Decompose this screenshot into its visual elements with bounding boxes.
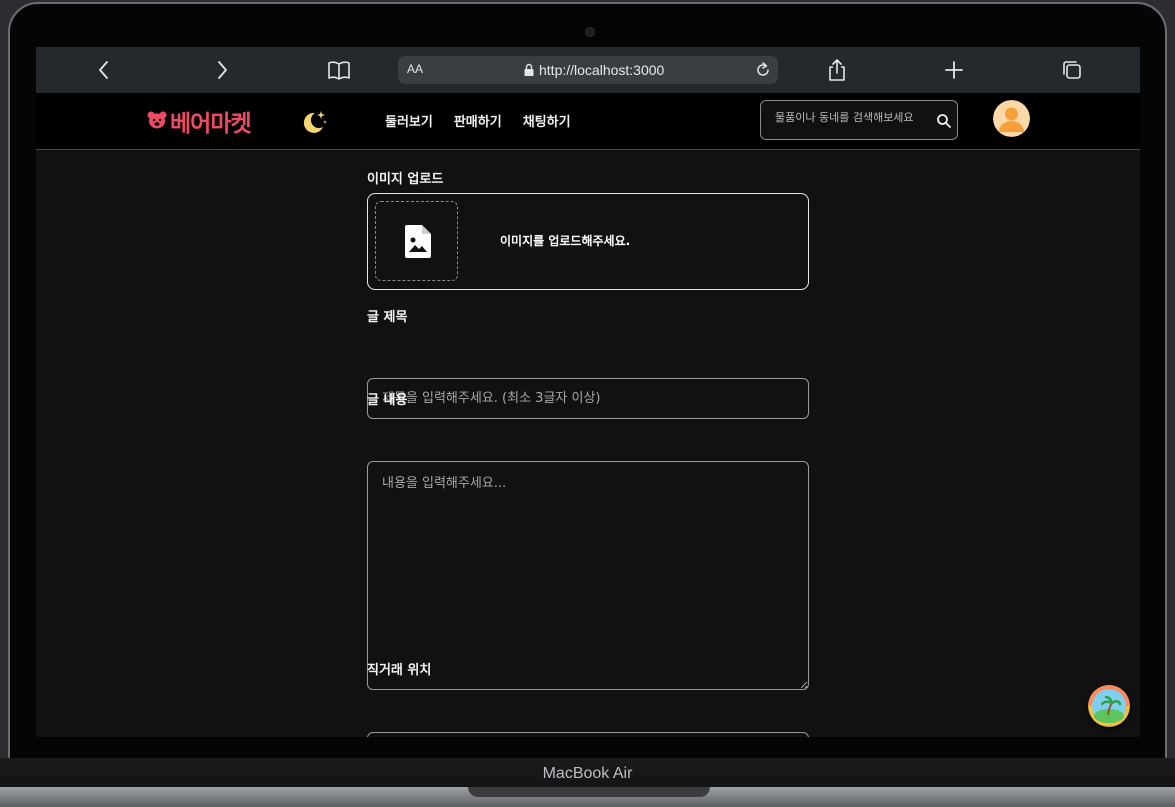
main-nav: 둘러보기 판매하기 채팅하기: [385, 111, 571, 130]
nav-sell[interactable]: 판매하기: [454, 111, 502, 130]
title-label: 글 제목: [367, 310, 408, 325]
content-label: 글 내용: [367, 393, 408, 408]
lock-icon: [524, 63, 534, 76]
image-upload-label: 이미지 업로드: [367, 172, 444, 187]
location-input[interactable]: [367, 732, 809, 737]
image-upload-area[interactable]: 이미지를 업로드해주세요.: [367, 193, 809, 290]
camera: [585, 27, 595, 37]
new-tab-icon[interactable]: [941, 57, 967, 83]
laptop-notch: [468, 787, 710, 797]
nav-chat[interactable]: 채팅하기: [523, 111, 571, 130]
logo-text: 베어마켓: [170, 111, 252, 137]
forward-icon[interactable]: [209, 57, 235, 83]
tabs-overview-icon[interactable]: [1059, 57, 1085, 83]
content-textarea[interactable]: [367, 461, 809, 690]
dark-mode-toggle-icon[interactable]: [298, 107, 328, 137]
user-icon: [993, 100, 1030, 137]
site-header: 베어마켓 둘러보기 판매하기 채팅하기: [36, 93, 1140, 150]
share-icon[interactable]: [824, 57, 850, 83]
location-label: 직거래 위치: [367, 663, 432, 678]
search-input[interactable]: [775, 111, 925, 124]
logo[interactable]: 베어마켓: [146, 105, 252, 137]
floating-action-button[interactable]: [1088, 685, 1130, 727]
bear-icon: [147, 111, 167, 129]
title-input[interactable]: [367, 378, 809, 419]
back-icon[interactable]: [91, 57, 117, 83]
island-icon: [1088, 685, 1130, 727]
image-upload-prompt: 이미지를 업로드해주세요.: [500, 234, 631, 248]
bookmarks-icon[interactable]: [326, 57, 352, 83]
search-icon[interactable]: [936, 113, 952, 129]
device-label: MacBook Air: [542, 765, 633, 782]
search-box: [760, 100, 958, 140]
reload-icon[interactable]: [753, 60, 773, 80]
image-upload-button[interactable]: [375, 201, 458, 281]
image-file-icon: [405, 225, 431, 258]
browser-toolbar: AA http://localhost:3000: [36, 47, 1140, 93]
text-size-button[interactable]: AA: [407, 62, 423, 76]
address-bar[interactable]: AA http://localhost:3000: [398, 56, 778, 84]
nav-browse[interactable]: 둘러보기: [385, 111, 433, 130]
screen: AA http://localhost:3000 베어마켓 둘러보기 판매하기 …: [36, 47, 1140, 737]
avatar[interactable]: [993, 100, 1030, 137]
url-text: http://localhost:3000: [539, 62, 665, 78]
